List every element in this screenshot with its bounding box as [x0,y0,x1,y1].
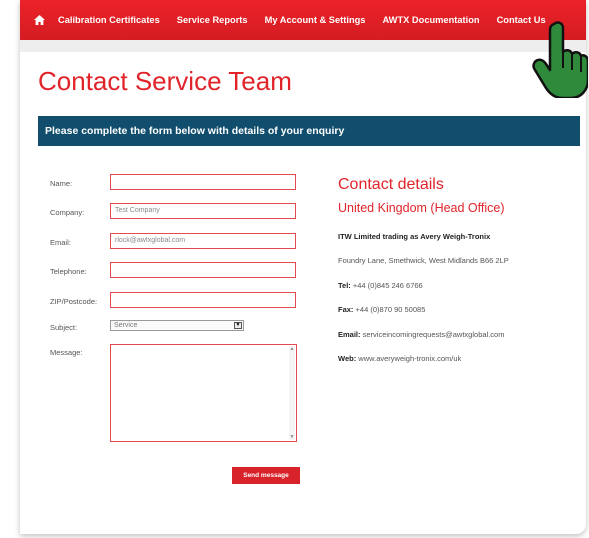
form-instructions-banner: Please complete the form below with deta… [38,116,580,146]
top-navigation: Calibration Certificates Service Reports… [20,0,586,40]
contact-address: Foundry Lane, Smethwick, West Midlands B… [338,256,509,265]
telephone-input[interactable] [110,262,296,278]
hand-pointer-icon [532,21,588,98]
scroll-up-arrow-icon[interactable]: ▲ [289,346,295,352]
subject-select[interactable]: Service ▼ [110,320,244,331]
name-label: Name: [50,179,73,188]
send-message-button[interactable]: Send message [232,467,300,484]
nav-item-calibration-certificates[interactable]: Calibration Certificates [58,15,160,25]
fax-label: Fax: [338,305,354,314]
nav-item-service-reports[interactable]: Service Reports [177,15,248,25]
contact-details-heading: Contact details [338,176,444,193]
home-button[interactable] [20,0,58,40]
zip-postcode-label: ZIP/Postcode: [50,297,98,306]
nav-item-awtx-documentation[interactable]: AWTX Documentation [382,15,479,25]
fax-value: +44 (0)870 90 50085 [355,305,426,314]
textarea-scrollbar[interactable]: ▲ ▼ [289,346,295,440]
message-label: Message: [50,348,83,357]
subject-selected-value: Service [114,322,138,329]
browser-page: Calibration Certificates Service Reports… [20,0,586,534]
contact-email: Email: serviceincomingrequests@awtxgloba… [338,330,504,339]
email-input[interactable]: rlock@awtxglobal.com [110,233,296,249]
home-icon [33,15,45,25]
message-textarea[interactable]: ▲ ▼ [110,344,297,442]
contact-region-heading: United Kingdom (Head Office) [338,201,505,215]
company-label: Company: [50,208,85,217]
email-label-contact: Email: [338,330,361,339]
tel-label: Tel: [338,281,351,290]
contact-company-name: ITW Limited trading as Avery Weigh-Troni… [338,232,490,241]
contact-fax: Fax: +44 (0)870 90 50085 [338,305,425,314]
subject-label: Subject: [50,323,78,332]
company-input[interactable]: Test Company [110,203,296,219]
web-value[interactable]: www.averyweigh-tronix.com/uk [358,354,461,363]
page-title: Contact Service Team [38,66,292,96]
email-label: Email: [50,238,71,247]
name-input[interactable] [110,174,296,190]
nav-item-my-account-settings[interactable]: My Account & Settings [265,15,366,25]
nav-shadow-band [20,40,586,52]
web-label: Web: [338,354,357,363]
contact-web: Web: www.averyweigh-tronix.com/uk [338,354,461,363]
company-name-text: ITW Limited trading as Avery Weigh-Troni… [338,232,491,241]
contact-telephone: Tel: +44 (0)845 246 6766 [338,281,423,290]
dropdown-arrow-icon[interactable]: ▼ [234,322,242,329]
scroll-down-arrow-icon[interactable]: ▼ [289,434,295,440]
telephone-label: Telephone: [50,267,87,276]
zip-postcode-input[interactable] [110,292,296,308]
tel-value: +44 (0)845 246 6766 [352,281,423,290]
email-value-contact[interactable]: serviceincomingrequests@awtxglobal.com [363,330,505,339]
screenshot-stage: Calibration Certificates Service Reports… [0,0,589,538]
